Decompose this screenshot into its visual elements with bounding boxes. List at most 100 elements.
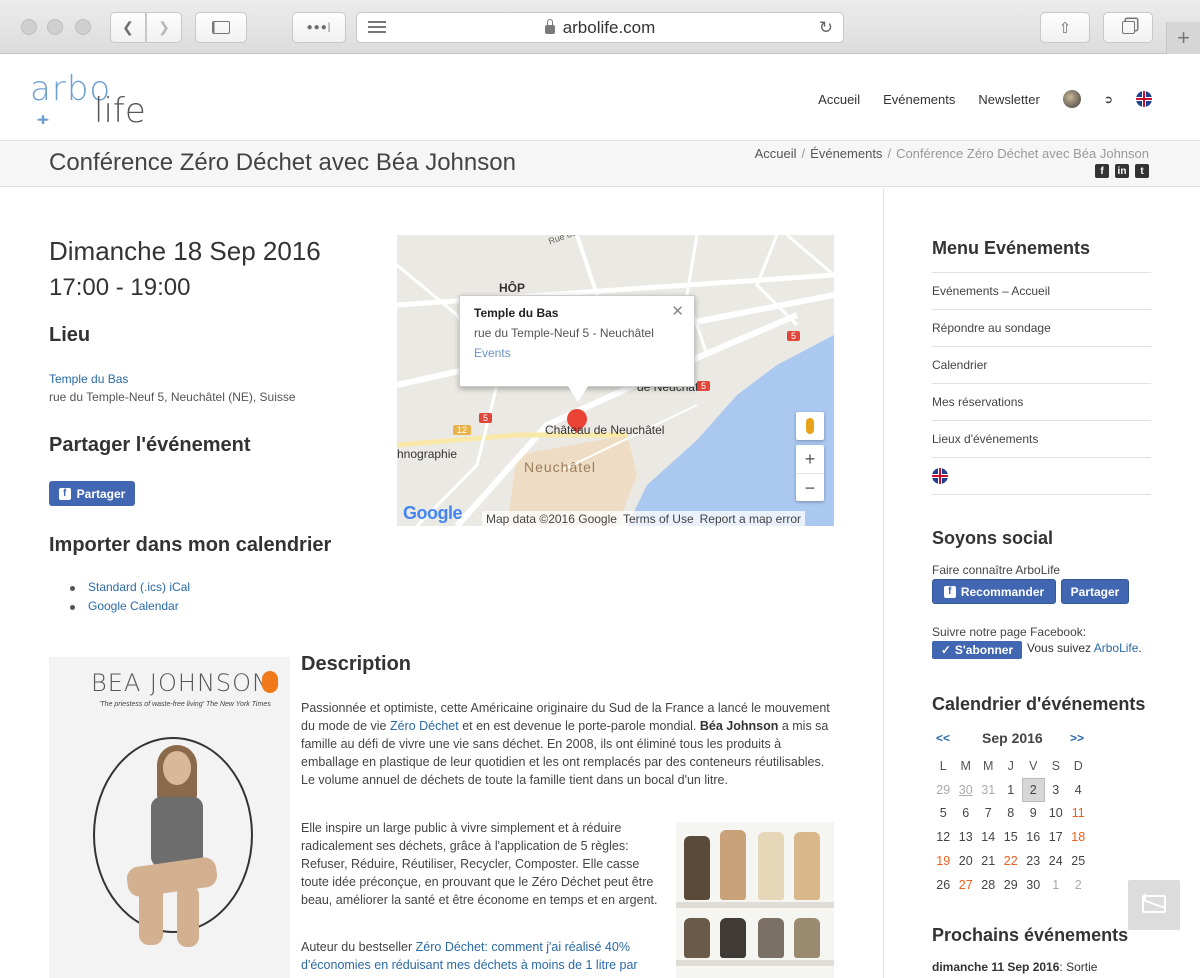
- venue-heading: Lieu: [49, 324, 91, 346]
- arbolife-page-link[interactable]: ArboLife: [1094, 641, 1139, 655]
- main-content: Dimanche 18 Sep 2016 17:00 - 19:00 Lieu …: [0, 188, 884, 978]
- calendar-day: 15: [1003, 830, 1018, 845]
- calendar-month: Sep 2016: [982, 730, 1043, 746]
- plus-icon: +: [1177, 25, 1190, 50]
- subscribe-label: S'abonner: [954, 643, 1014, 657]
- menu-item-home[interactable]: Evénements – Accueil: [932, 273, 1151, 310]
- address-bar[interactable]: arbolife.com ↻: [356, 12, 844, 43]
- sign-out-icon[interactable]: ➲: [1104, 93, 1113, 106]
- upcoming-event[interactable]: dimanche 11 Sep 2016: Sortie: [932, 960, 1097, 974]
- facebook-icon: f: [58, 487, 71, 500]
- tabs-overview-button[interactable]: [1103, 12, 1153, 43]
- reload-icon[interactable]: ↻: [819, 18, 833, 38]
- calendar-day[interactable]: 2: [1022, 777, 1045, 802]
- menu-heading: Menu Evénements: [932, 238, 1091, 258]
- calendar-next-button[interactable]: >>: [1070, 731, 1084, 745]
- jar-graphic: [758, 918, 784, 958]
- event-date: Dimanche 18 Sep 2016: [49, 236, 321, 266]
- share-button[interactable]: Partager: [1061, 579, 1129, 604]
- ical-link[interactable]: Standard (.ics) iCal: [88, 580, 190, 594]
- street-view-pegman-icon[interactable]: [796, 412, 824, 440]
- user-avatar[interactable]: [1062, 90, 1081, 108]
- text: Auteur du bestseller: [301, 940, 416, 954]
- menu-item-locations[interactable]: Lieux d'événements: [932, 421, 1151, 458]
- google-calendar-link[interactable]: Google Calendar: [88, 599, 179, 613]
- map-footer: Map data ©2016 Google Terms of Use Repor…: [482, 511, 805, 526]
- calendar-day: 7: [984, 806, 992, 821]
- import-heading: Importer dans mon calendrier: [49, 534, 332, 556]
- breadcrumb-accueil[interactable]: Accueil: [755, 146, 797, 161]
- minimize-window-button[interactable]: [47, 19, 63, 35]
- calendar-day: 6: [962, 806, 970, 821]
- calendar-day: 17: [1048, 830, 1063, 845]
- share-page-button[interactable]: ⇧: [1040, 12, 1090, 43]
- nav-evenements[interactable]: Evénements: [883, 92, 955, 107]
- upcoming-date: dimanche 11 Sep 2016: [932, 960, 1060, 974]
- breadcrumb-evenements[interactable]: Événements: [810, 146, 882, 161]
- calendar-day: 5: [939, 806, 947, 821]
- calendar-day[interactable]: 18: [1067, 825, 1090, 849]
- map-terms-link[interactable]: Terms of Use: [623, 512, 694, 526]
- calendar-day: 31: [981, 782, 996, 797]
- nav-newsletter[interactable]: Newsletter: [978, 92, 1039, 107]
- back-button[interactable]: ❮: [110, 12, 146, 43]
- text: et en est devenue le porte-parole mondia…: [458, 719, 700, 733]
- zoom-out-button[interactable]: −: [796, 473, 824, 501]
- facebook-icon: f: [943, 585, 956, 598]
- linkedin-icon[interactable]: in: [1115, 164, 1129, 178]
- contact-message-button[interactable]: [1128, 880, 1180, 930]
- calendar-day[interactable]: 22: [1000, 849, 1023, 873]
- close-icon[interactable]: ✕: [671, 302, 684, 320]
- subscribe-button[interactable]: ✓ S'abonner: [932, 641, 1022, 659]
- recommend-button[interactable]: f Recommander: [932, 579, 1056, 604]
- checkmark-icon: ✓: [940, 643, 951, 657]
- google-map[interactable]: HÔP Château de Neuchâtel hnographie Neuc…: [397, 235, 834, 526]
- zero-dechet-link[interactable]: Zéro Déchet: [390, 719, 459, 733]
- calendar-day: 9: [1029, 806, 1037, 821]
- calendar-day-name: D: [1073, 758, 1083, 773]
- calendar-day: 13: [958, 830, 973, 845]
- reader-icon: [368, 21, 386, 33]
- calendar-day: 3: [1052, 782, 1060, 797]
- jar-graphic: [720, 830, 746, 900]
- calendar-day[interactable]: 11: [1067, 802, 1090, 826]
- info-events-link[interactable]: Events: [474, 346, 511, 360]
- calendar-day[interactable]: 27: [955, 873, 978, 897]
- top-sites-button[interactable]: ●●●|: [292, 12, 346, 43]
- social-heading: Soyons social: [932, 528, 1054, 548]
- facebook-share-button[interactable]: f Partager: [49, 481, 135, 506]
- map-info-window: Temple du Bas rue du Temple-Neuf 5 - Neu…: [459, 295, 695, 402]
- calendar-day: 21: [981, 854, 996, 869]
- sidebar-toggle-button[interactable]: [195, 12, 247, 43]
- nav-accueil[interactable]: Accueil: [818, 92, 860, 107]
- zoom-window-button[interactable]: [75, 19, 91, 35]
- page-title: Conférence Zéro Déchet avec Béa Johnson: [49, 149, 516, 176]
- calendar-prev-button[interactable]: <<: [936, 731, 950, 745]
- page-title-bar: Conférence Zéro Déchet avec Béa Johnson …: [0, 141, 1200, 187]
- map-report-link[interactable]: Report a map error: [700, 512, 801, 526]
- route-sign: 12: [453, 425, 472, 435]
- venue-link[interactable]: Temple du Bas: [49, 372, 128, 386]
- menu-item-calendar[interactable]: Calendrier: [932, 347, 1151, 384]
- penguin-logo-icon: [262, 671, 278, 693]
- route-sign: 5: [479, 413, 493, 423]
- facebook-icon[interactable]: f: [1095, 164, 1109, 178]
- menu-item-reservations[interactable]: Mes réservations: [932, 384, 1151, 421]
- english-flag-icon[interactable]: [1136, 91, 1152, 107]
- menu-item-language[interactable]: [932, 458, 1151, 495]
- twitter-icon[interactable]: t: [1135, 164, 1149, 178]
- close-window-button[interactable]: [21, 19, 37, 35]
- zoom-in-button[interactable]: +: [796, 445, 824, 473]
- calendar-day: 25: [1071, 854, 1086, 869]
- list-item: Standard (.ics) iCal: [70, 580, 190, 594]
- menu-item-survey[interactable]: Répondre au sondage: [932, 310, 1151, 347]
- recommend-label: Recommander: [960, 584, 1045, 599]
- calendar-day: 28: [981, 877, 996, 892]
- calendar-day: 30: [1026, 877, 1041, 892]
- description-paragraph: Elle inspire un large public à vivre sim…: [301, 821, 658, 907]
- forward-button[interactable]: ❯: [146, 12, 182, 43]
- calendar-day[interactable]: 19: [932, 849, 955, 873]
- share-label: Partager: [76, 486, 126, 501]
- calendar-day: 12: [936, 830, 951, 845]
- new-tab-button[interactable]: +: [1166, 22, 1200, 54]
